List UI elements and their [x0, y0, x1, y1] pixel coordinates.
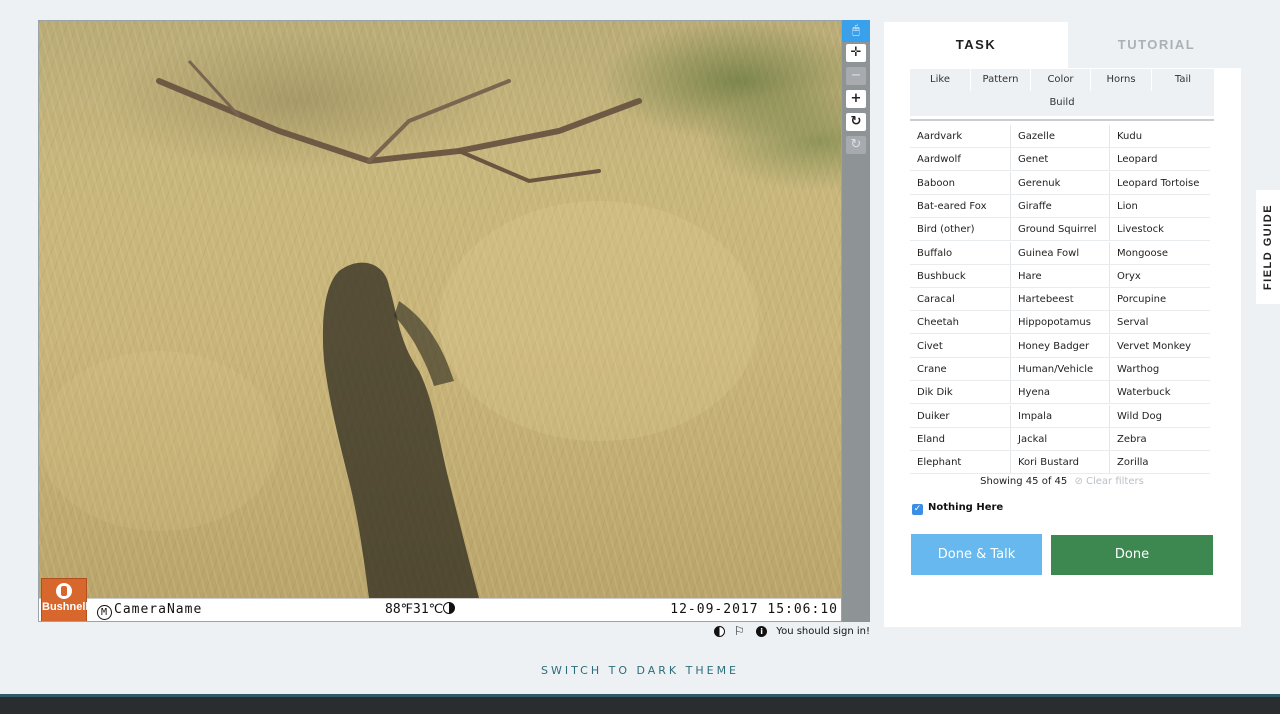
rotate-icon[interactable]: ↻ [846, 113, 866, 131]
image-toolbar: 🖰 ✛ − + ↻ ↻ [842, 20, 870, 622]
species-option[interactable]: Human/Vehicle [1010, 358, 1110, 381]
filter-pattern[interactable]: Pattern [971, 69, 1031, 91]
species-option[interactable]: Mongoose [1110, 242, 1210, 265]
filter-tail[interactable]: Tail [1152, 69, 1214, 91]
moon-phase-icon [443, 602, 456, 614]
species-option[interactable]: Aardvark [910, 125, 1010, 148]
filter-build[interactable]: Build [910, 92, 1214, 114]
photo-datetime: 12-09-2017 15:06:10 [670, 602, 838, 617]
species-option[interactable]: Leopard Tortoise [1110, 172, 1210, 195]
species-option[interactable]: Elephant [910, 451, 1010, 475]
filter-color[interactable]: Color [1031, 69, 1091, 91]
species-option[interactable]: Duiker [910, 405, 1010, 428]
tab-task[interactable]: TASK [884, 22, 1068, 68]
species-option[interactable]: Gerenuk [1010, 171, 1110, 195]
species-option[interactable]: Kudu [1110, 125, 1210, 148]
camera-mark-icon: M [97, 605, 112, 620]
filters-divider [910, 119, 1214, 121]
species-option[interactable]: Honey Badger [1010, 334, 1110, 358]
done-button[interactable]: Done [1051, 535, 1213, 575]
bushnell-mark-icon [56, 583, 72, 599]
clear-filters-button[interactable]: ⊘ Clear filters [1074, 476, 1143, 487]
species-option[interactable]: Zorilla [1110, 451, 1210, 475]
zoom-out-icon[interactable]: − [846, 67, 866, 85]
species-option[interactable]: Genet [1010, 148, 1110, 172]
species-option[interactable]: Ground Squirrel [1010, 218, 1110, 242]
species-option[interactable]: Livestock [1110, 218, 1210, 242]
species-option[interactable]: Leopard [1110, 148, 1210, 172]
species-option[interactable]: Waterbuck [1110, 381, 1210, 405]
nothing-here-checkbox[interactable]: ✓ Nothing Here [912, 502, 1003, 515]
species-option[interactable]: Bat-eared Fox [910, 195, 1010, 218]
species-option[interactable]: Hyena [1010, 381, 1110, 405]
info-icon[interactable]: i [756, 626, 768, 637]
species-option[interactable]: Oryx [1110, 265, 1210, 288]
pointer-icon[interactable]: 🖰 [842, 20, 870, 42]
switch-theme-button[interactable]: SWITCH TO DARK THEME [0, 664, 1280, 677]
bushnell-logo: Bushnell [41, 578, 88, 621]
task-panel: TASK TUTORIAL Like Pattern Color Horns T… [884, 22, 1245, 627]
species-option[interactable]: Warthog [1110, 358, 1210, 381]
species-option[interactable]: Dik Dik [910, 381, 1010, 405]
camera-name: M CameraName [97, 602, 202, 620]
species-option[interactable]: Cheetah [910, 311, 1010, 335]
species-option[interactable]: Hippopotamus [1010, 311, 1110, 335]
tab-tutorial[interactable]: TUTORIAL [1068, 22, 1245, 68]
species-option[interactable]: Giraffe [1010, 194, 1110, 218]
site-footer [0, 694, 1280, 714]
reset-icon[interactable]: ↻ [846, 136, 866, 154]
species-option[interactable]: Kori Bustard [1010, 451, 1110, 475]
field-guide-tab[interactable]: FIELD GUIDE [1256, 190, 1280, 304]
clear-icon: ⊘ [1074, 476, 1083, 487]
species-option[interactable]: Hartebeest [1010, 288, 1110, 312]
flag-icon[interactable]: ⚐ [734, 625, 747, 637]
species-option[interactable]: Serval [1110, 311, 1210, 335]
species-option[interactable]: Porcupine [1110, 288, 1210, 312]
species-option[interactable]: Baboon [910, 172, 1010, 195]
species-option[interactable]: Bird (other) [910, 218, 1010, 242]
species-option[interactable]: Crane [910, 358, 1010, 381]
species-option[interactable]: Wild Dog [1110, 405, 1210, 428]
species-option[interactable]: Aardwolf [910, 148, 1010, 172]
sign-in-notice: You should sign in! [776, 626, 870, 637]
checkbox-checked-icon: ✓ [912, 504, 923, 515]
species-option[interactable]: Jackal [1010, 427, 1110, 451]
species-option[interactable]: Zebra [1110, 428, 1210, 451]
camera-trap-photo[interactable] [39, 21, 841, 598]
done-and-talk-button[interactable]: Done & Talk [911, 534, 1042, 575]
species-option[interactable]: Civet [910, 335, 1010, 358]
species-option[interactable]: Vervet Monkey [1110, 335, 1210, 358]
temperature-readout: 88℉31℃ [385, 602, 456, 617]
species-filters: Like Pattern Color Horns Tail Build [910, 69, 1214, 116]
species-option[interactable]: Gazelle [1010, 125, 1110, 148]
filter-horns[interactable]: Horns [1091, 69, 1152, 91]
species-option[interactable]: Lion [1110, 195, 1210, 218]
species-option[interactable]: Guinea Fowl [1010, 241, 1110, 265]
move-icon[interactable]: ✛ [846, 44, 866, 62]
task-tabs: TASK TUTORIAL [884, 22, 1245, 68]
zoom-in-icon[interactable]: + [846, 90, 866, 108]
invert-colors-icon[interactable] [713, 626, 725, 637]
photo-scene [39, 59, 759, 598]
camera-info-stamp: Bushnell M CameraName 88℉31℃ 12-09-2017 1… [39, 578, 841, 621]
subject-meta: ⚐ i You should sign in! [713, 625, 870, 638]
species-count: Showing 45 of 45 ⊘ Clear filters [980, 476, 1144, 487]
species-option[interactable]: Impala [1010, 404, 1110, 428]
subject-viewer[interactable]: Bushnell M CameraName 88℉31℃ 12-09-2017 1… [38, 20, 842, 622]
species-option[interactable]: Hare [1010, 264, 1110, 288]
species-option[interactable]: Caracal [910, 288, 1010, 312]
species-option[interactable]: Buffalo [910, 242, 1010, 265]
species-option[interactable]: Eland [910, 428, 1010, 451]
filter-like[interactable]: Like [910, 69, 971, 91]
species-option[interactable]: Bushbuck [910, 265, 1010, 288]
